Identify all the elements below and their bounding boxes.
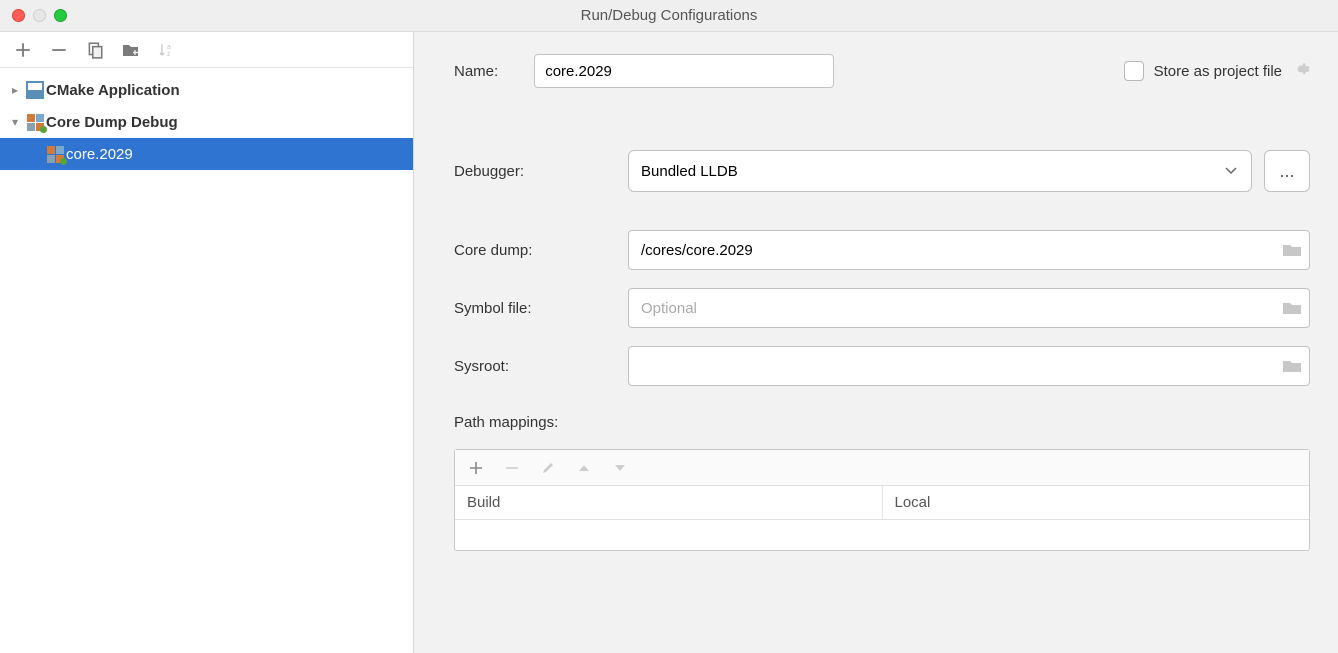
coredump-input[interactable] [628,230,1310,270]
symbolfile-input[interactable] [628,288,1310,328]
pathmappings-label: Path mappings: [454,414,1310,431]
debugger-more-button[interactable]: ... [1264,150,1310,192]
tree-item-core-dump-debug[interactable]: ▾ Core Dump Debug [0,106,413,138]
window-title: Run/Debug Configurations [0,7,1338,24]
name-label: Name: [454,63,498,80]
debugger-label: Debugger: [454,163,604,180]
zoom-window-button[interactable] [54,9,67,22]
add-mapping-icon[interactable] [469,461,483,475]
name-input[interactable] [534,54,834,88]
config-form: Name: Store as project file Debugger: Bu… [414,32,1338,653]
move-down-icon[interactable] [613,463,627,473]
path-mappings-table: Build Local [454,449,1310,551]
chevron-right-icon: ▸ [6,83,24,97]
configurations-sidebar: az ▸ CMake Application ▾ Core Dump Debug [0,32,414,653]
tree-item-cmake-application[interactable]: ▸ CMake Application [0,74,413,106]
table-col-local: Local [883,486,1310,519]
svg-text:z: z [167,51,171,58]
config-tree: ▸ CMake Application ▾ Core Dump Debug [0,68,413,653]
folder-icon[interactable] [1282,242,1302,258]
chevron-down-icon: ▾ [6,115,24,129]
cmake-icon [24,81,46,99]
sidebar-toolbar: az [0,32,413,68]
tree-item-label: core.2029 [66,146,133,163]
copy-config-icon[interactable] [86,41,104,59]
save-template-icon[interactable] [122,41,140,59]
folder-icon[interactable] [1282,300,1302,316]
store-as-project-file-checkbox[interactable] [1124,61,1144,81]
edit-mapping-icon[interactable] [541,461,555,475]
tree-item-label: CMake Application [46,82,180,99]
minimize-window-button[interactable] [33,9,46,22]
close-window-button[interactable] [12,9,25,22]
coredump-label: Core dump: [454,242,604,259]
svg-text:a: a [167,44,171,51]
sysroot-input[interactable] [628,346,1310,386]
tree-item-label: Core Dump Debug [46,114,178,131]
table-col-build: Build [455,486,883,519]
move-up-icon[interactable] [577,463,591,473]
tree-item-core-2029[interactable]: core.2029 [0,138,413,170]
symbolfile-label: Symbol file: [454,300,604,317]
folder-icon[interactable] [1282,358,1302,374]
sysroot-label: Sysroot: [454,358,604,375]
core-dump-icon [24,114,46,131]
remove-mapping-icon[interactable] [505,461,519,475]
add-config-icon[interactable] [14,41,32,59]
table-body-empty [455,520,1309,550]
gear-icon[interactable] [1292,60,1310,82]
titlebar: Run/Debug Configurations [0,0,1338,32]
store-label: Store as project file [1154,63,1282,80]
sort-alpha-icon[interactable]: az [158,41,176,59]
core-dump-icon [44,146,66,163]
debugger-select[interactable]: Bundled LLDB [628,150,1252,192]
remove-config-icon[interactable] [50,41,68,59]
